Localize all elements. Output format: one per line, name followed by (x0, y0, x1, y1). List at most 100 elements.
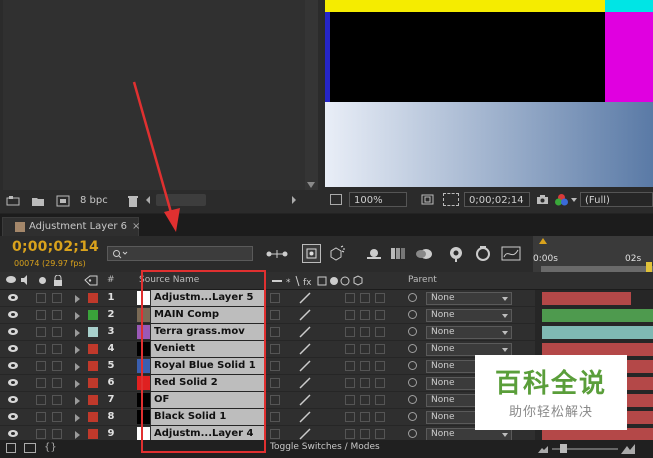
show-channel-icon[interactable] (554, 193, 569, 207)
lock-toggle[interactable] (52, 310, 62, 320)
adjustment-layer-switch[interactable] (360, 378, 370, 388)
layer-row[interactable]: 3 Terra grass.mov None (0, 324, 535, 341)
viewer-timecode[interactable]: 0;00;02;14 (464, 192, 530, 207)
solo-column-icon[interactable] (39, 277, 46, 284)
shy-switch[interactable] (270, 310, 280, 320)
expand-arrow-icon[interactable] (75, 363, 80, 371)
3d-layer-switch[interactable] (375, 429, 385, 439)
current-time-display[interactable]: 0;00;02;14 (12, 239, 99, 255)
frame-blending-icon[interactable] (389, 245, 407, 262)
timeline-zoom-thumb[interactable] (560, 444, 567, 453)
pick-whip-icon[interactable] (408, 293, 417, 302)
solo-toggle[interactable] (36, 378, 46, 388)
quality-switch-icon[interactable] (298, 377, 312, 389)
eye-icon[interactable] (8, 413, 18, 420)
label-color-swatch[interactable] (88, 344, 98, 354)
solo-toggle[interactable] (36, 293, 46, 303)
3d-layer-switch[interactable] (375, 293, 385, 303)
new-folder-icon[interactable] (31, 195, 45, 207)
expand-arrow-icon[interactable] (75, 414, 80, 422)
pick-whip-icon[interactable] (408, 412, 417, 421)
lock-column-icon[interactable] (53, 274, 63, 286)
pick-whip-icon[interactable] (408, 344, 417, 353)
solo-toggle[interactable] (36, 395, 46, 405)
pick-whip-icon[interactable] (408, 429, 417, 438)
adjustment-layer-switch[interactable] (360, 361, 370, 371)
expand-arrow-icon[interactable] (75, 295, 80, 303)
graph-editor-icon[interactable] (500, 245, 522, 262)
motion-blur-switch[interactable] (345, 310, 355, 320)
interpret-footage-icon[interactable] (6, 195, 20, 207)
expand-arrow-icon[interactable] (75, 397, 80, 405)
live-update-icon[interactable] (302, 244, 321, 263)
lock-toggle[interactable] (52, 429, 62, 439)
lock-toggle[interactable] (52, 378, 62, 388)
motion-blur-switch[interactable] (345, 378, 355, 388)
quality-switch-icon[interactable] (298, 411, 312, 423)
layer-row[interactable]: 7 OF None (0, 392, 535, 409)
zoom-in-mountain-icon[interactable] (621, 443, 635, 455)
number-column-header[interactable]: # (107, 275, 115, 285)
quality-switch-icon[interactable] (298, 360, 312, 372)
label-color-swatch[interactable] (88, 378, 98, 388)
project-scrollbar[interactable] (305, 0, 318, 190)
bit-depth-label[interactable]: 8 bpc (80, 195, 108, 206)
layer-duration-bar[interactable] (542, 309, 653, 322)
scroll-down-icon[interactable] (307, 182, 315, 188)
label-color-swatch[interactable] (88, 310, 98, 320)
eye-icon[interactable] (8, 345, 18, 352)
motion-blur-switch[interactable] (345, 429, 355, 439)
adjustment-layer-switch[interactable] (360, 395, 370, 405)
eye-icon[interactable] (8, 362, 18, 369)
3d-layer-switch[interactable] (375, 310, 385, 320)
brainstorm-icon[interactable] (446, 245, 466, 262)
parent-column-header[interactable]: Parent (408, 275, 437, 285)
shy-switch[interactable] (270, 395, 280, 405)
auto-keyframe-icon[interactable] (474, 245, 492, 262)
motion-blur-switch[interactable] (345, 395, 355, 405)
timeline-tab[interactable]: Adjustment Layer 6 × (2, 217, 140, 236)
hide-shy-layers-icon[interactable] (365, 246, 383, 261)
viewer-canvas[interactable] (325, 0, 653, 187)
solo-toggle[interactable] (36, 310, 46, 320)
adjustment-layer-switch[interactable] (360, 429, 370, 439)
3d-layer-switch[interactable] (375, 395, 385, 405)
label-color-swatch[interactable] (88, 327, 98, 337)
pick-whip-icon[interactable] (408, 378, 417, 387)
quality-switch-icon[interactable] (298, 428, 312, 440)
channel-dropdown-arrow-icon[interactable] (571, 198, 577, 202)
motion-blur-icon[interactable] (414, 245, 434, 262)
shy-switch[interactable] (270, 327, 280, 337)
new-composition-icon[interactable] (56, 195, 70, 207)
always-preview-icon[interactable] (330, 194, 342, 205)
solo-toggle[interactable] (36, 361, 46, 371)
adjustment-layer-switch[interactable] (360, 310, 370, 320)
zoom-out-mountain-icon[interactable] (538, 444, 548, 454)
motion-blur-switch[interactable] (345, 293, 355, 303)
work-area-start-marker[interactable] (539, 238, 547, 244)
lock-toggle[interactable] (52, 395, 62, 405)
layer-row[interactable]: 4 Veniett None (0, 341, 535, 358)
eye-icon[interactable] (8, 430, 18, 437)
3d-layer-switch[interactable] (375, 327, 385, 337)
shy-switch[interactable] (270, 293, 280, 303)
quality-switch-icon[interactable] (298, 292, 312, 304)
audio-column-speaker-icon[interactable] (20, 275, 32, 285)
eye-icon[interactable] (8, 294, 18, 301)
quality-switch-icon[interactable] (298, 326, 312, 338)
lock-toggle[interactable] (52, 344, 62, 354)
layer-row[interactable]: 5 Royal Blue Solid 1 None (0, 358, 535, 375)
layer-duration-bar[interactable] (542, 326, 653, 339)
toggle-switches-modes-button[interactable]: Toggle Switches / Modes (270, 442, 380, 452)
shy-switch[interactable] (270, 412, 280, 422)
lock-toggle[interactable] (52, 361, 62, 371)
snapshot-camera-icon[interactable] (536, 194, 549, 205)
label-color-swatch[interactable] (88, 361, 98, 371)
pick-whip-icon[interactable] (408, 395, 417, 404)
pick-whip-icon[interactable] (408, 361, 417, 370)
label-color-swatch[interactable] (88, 429, 98, 439)
lock-toggle[interactable] (52, 293, 62, 303)
pick-whip-icon[interactable] (408, 310, 417, 319)
parent-dropdown[interactable]: None (426, 309, 512, 322)
layer-row[interactable]: 1 Adjustm...Layer 5 None (0, 290, 535, 307)
